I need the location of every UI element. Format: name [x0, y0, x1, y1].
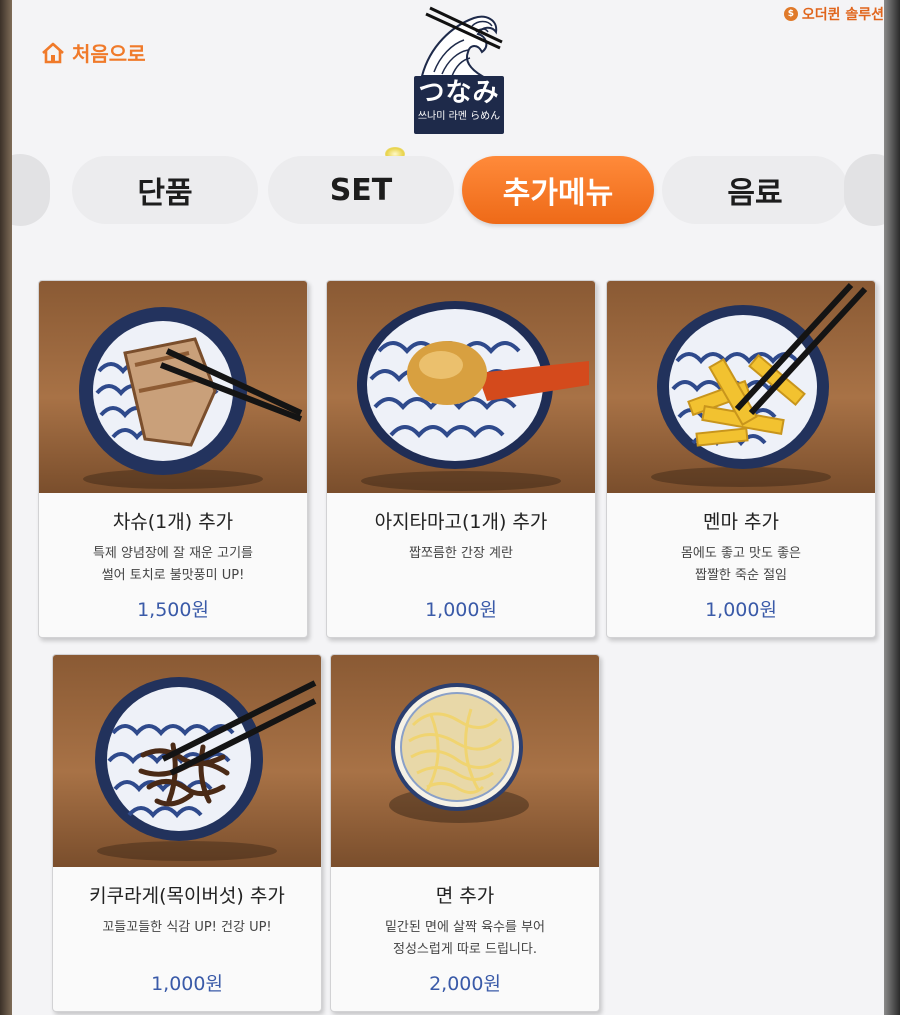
brand-label: 오더퀸 솔루션	[801, 7, 884, 23]
menu-item-name: 키쿠라게(목이버섯) 추가	[89, 885, 285, 907]
menu-card[interactable]: 면 추가 밑간된 면에 살짝 육수를 부어 정성스럽게 따로 드립니다. 2,0…	[330, 654, 600, 1012]
coin-icon: $	[783, 7, 798, 21]
tab-drinks[interactable]: 음료	[662, 156, 848, 224]
menu-item-price: 2,000원	[429, 973, 501, 995]
menu-card[interactable]: 차슈(1개) 추가 특제 양념장에 잘 재운 고기를 썰어 토치로 불맛풍미 U…	[38, 280, 308, 638]
menu-card[interactable]: 키쿠라게(목이버섯) 추가 꼬들꼬들한 식감 UP! 건강 UP! 1,000원	[52, 654, 322, 1012]
kiosk-screen: 처음으로 $ 오더퀸 솔루션 つなみ 쓰나미 라멘 らめん 단품 SET 추가메…	[12, 0, 884, 1015]
desc-line: 몸에도 좋고 맛도 좋은	[680, 546, 802, 561]
desc-line: 밑간된 면에 살짝 육수를 부어	[384, 920, 546, 935]
egg-photo	[327, 281, 595, 493]
tab-drinks-label: 음료	[727, 176, 783, 211]
menu-item-desc: 밑간된 면에 살짝 육수를 부어 정성스럽게 따로 드립니다.	[331, 917, 599, 961]
chashu-photo	[39, 281, 307, 493]
menu-item-name: 차슈(1개) 추가	[112, 511, 234, 533]
menu-item-name: 멘마 추가	[703, 511, 779, 533]
menu-card[interactable]: 멘마 추가 몸에도 좋고 맛도 좋은 짭짤한 죽순 절임 1,000원	[606, 280, 876, 638]
noodle-photo	[331, 655, 599, 867]
logo-subtitle: 쓰나미 라멘 らめん	[417, 111, 501, 122]
logo-title: つなみ	[418, 78, 500, 108]
brand-badge: $ 오더퀸 솔루션	[783, 4, 884, 24]
tab-extra-menu[interactable]: 추가메뉴	[462, 156, 654, 224]
tab-single[interactable]: 단품	[72, 156, 258, 224]
menma-photo	[607, 281, 875, 493]
menu-item-desc: 몸에도 좋고 맛도 좋은 짭짤한 죽순 절임	[607, 543, 875, 587]
home-icon	[42, 42, 64, 63]
tab-scroll-left[interactable]	[12, 154, 50, 226]
home-button[interactable]: 처음으로	[40, 38, 146, 67]
logo-box: つなみ 쓰나미 라멘 らめん	[414, 76, 504, 134]
desc-line: 짭쪼름한 간장 계란	[409, 546, 513, 561]
restaurant-logo: つなみ 쓰나미 라멘 らめん	[412, 6, 508, 134]
kikurage-photo	[53, 655, 321, 867]
tab-extra-menu-label: 추가메뉴	[502, 176, 614, 211]
wave-logo-icon	[420, 6, 503, 77]
category-tabs: 단품 SET 추가메뉴 음료	[12, 150, 884, 228]
menu-item-price: 1,000원	[425, 599, 497, 621]
kiosk-bezel-right	[884, 0, 900, 1015]
desc-line: 썰어 토치로 불맛풍미 UP!	[101, 568, 245, 583]
home-label: 처음으로	[72, 42, 146, 66]
desc-line: 꼬들꼬들한 식감 UP! 건강 UP!	[102, 920, 272, 935]
menu-item-desc: 특제 양념장에 잘 재운 고기를 썰어 토치로 불맛풍미 UP!	[39, 543, 307, 587]
tab-scroll-right[interactable]	[844, 154, 884, 226]
menu-item-desc: 짭쪼름한 간장 계란	[327, 543, 595, 565]
menu-item-price: 1,500원	[137, 599, 209, 621]
tab-set[interactable]: SET	[268, 156, 454, 224]
menu-item-price: 1,000원	[705, 599, 777, 621]
tab-set-label: SET	[329, 172, 393, 208]
desc-line: 특제 양념장에 잘 재운 고기를	[92, 546, 254, 561]
tab-single-label: 단품	[137, 176, 193, 211]
menu-item-desc: 꼬들꼬들한 식감 UP! 건강 UP!	[53, 917, 321, 939]
desc-line: 짭짤한 죽순 절임	[695, 568, 787, 583]
desc-line: 정성스럽게 따로 드립니다.	[393, 942, 537, 957]
menu-card[interactable]: 아지타마고(1개) 추가 짭쪼름한 간장 계란 1,000원	[326, 280, 596, 638]
menu-item-name: 아지타마고(1개) 추가	[374, 511, 548, 533]
menu-item-price: 1,000원	[151, 973, 223, 995]
menu-item-name: 면 추가	[435, 885, 495, 907]
